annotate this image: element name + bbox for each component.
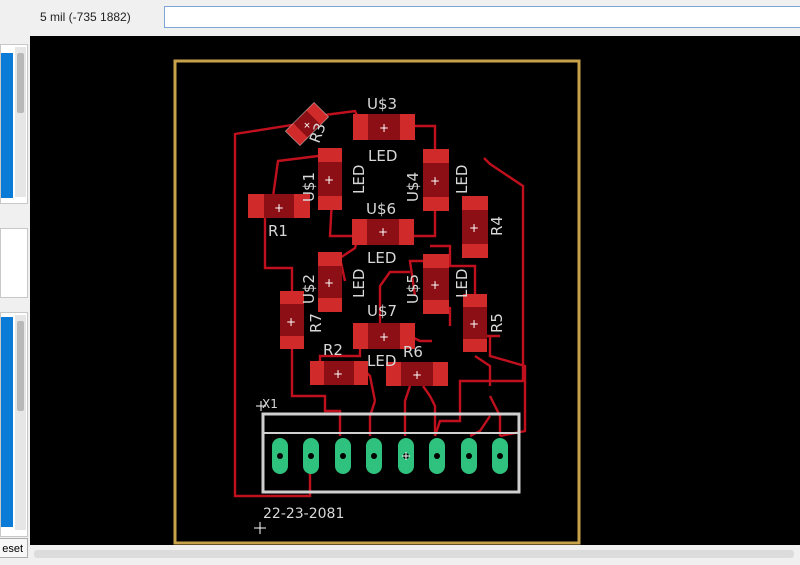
resistor-r4[interactable]: + bbox=[462, 196, 488, 258]
reset-button[interactable]: eset bbox=[0, 538, 28, 558]
grid-coordinate-readout: 5 mil (-735 1882) bbox=[40, 10, 131, 24]
layer-list-bottom[interactable] bbox=[0, 312, 28, 537]
resistor-r2[interactable]: + bbox=[310, 361, 368, 385]
label-r5: R5 bbox=[488, 313, 506, 333]
led-u5[interactable]: + bbox=[423, 254, 449, 314]
horizontal-scrollbar-area bbox=[30, 545, 800, 565]
label-r4: R4 bbox=[488, 216, 506, 236]
led-u4[interactable]: + bbox=[423, 149, 449, 211]
label-led-u7: LED bbox=[367, 352, 396, 370]
svg-text:+: + bbox=[412, 368, 422, 382]
label-u5: U$5 bbox=[404, 274, 422, 304]
selected-item-bar bbox=[1, 317, 13, 527]
svg-text:+: + bbox=[378, 225, 388, 239]
selected-item-bar bbox=[1, 53, 13, 198]
label-led-u3: LED bbox=[368, 147, 397, 165]
command-toolbar: 5 mil (-735 1882) bbox=[30, 0, 800, 37]
label-led-u6: LED bbox=[367, 249, 396, 267]
label-u2: U$2 bbox=[300, 274, 318, 304]
layer-list-middle[interactable] bbox=[0, 228, 28, 298]
label-led-u1: LED bbox=[350, 165, 368, 194]
scrollbar-thumb[interactable] bbox=[17, 321, 24, 411]
label-x1: X1 bbox=[262, 397, 278, 411]
label-u1: U$1 bbox=[300, 172, 318, 202]
layout-canvas[interactable]: + + + + + + + + + + + + + + U$3 LED U$6 … bbox=[30, 36, 800, 545]
label-led-u4: LED bbox=[453, 165, 471, 194]
layer-list-top[interactable] bbox=[0, 44, 28, 204]
svg-text:+: + bbox=[469, 221, 479, 235]
command-line-input[interactable] bbox=[164, 6, 800, 28]
svg-text:+: + bbox=[274, 201, 284, 215]
label-r2: R2 bbox=[323, 341, 343, 359]
label-r1: R1 bbox=[268, 222, 288, 240]
led-u1[interactable]: + bbox=[318, 148, 342, 210]
led-u2[interactable]: + bbox=[318, 252, 342, 312]
svg-text:+: + bbox=[324, 173, 334, 187]
svg-text:+: + bbox=[430, 278, 440, 292]
led-u3[interactable]: + bbox=[353, 114, 415, 140]
label-led-u2: LED bbox=[350, 269, 368, 298]
resistor-r5[interactable]: + bbox=[463, 294, 487, 352]
label-led-u5: LED bbox=[453, 269, 471, 298]
svg-text:+: + bbox=[379, 121, 389, 135]
svg-text:+: + bbox=[324, 276, 334, 290]
label-u4: U$4 bbox=[404, 172, 422, 202]
svg-text:+: + bbox=[469, 317, 479, 331]
connector-x1[interactable] bbox=[261, 412, 521, 494]
connector-pins bbox=[272, 438, 508, 474]
svg-text:+: + bbox=[286, 315, 296, 329]
label-u6: U$6 bbox=[366, 200, 396, 218]
led-u6[interactable]: + bbox=[352, 219, 414, 245]
svg-text:+: + bbox=[379, 330, 389, 344]
svg-text:+: + bbox=[333, 367, 343, 381]
left-panel: eset bbox=[0, 0, 31, 565]
horizontal-scrollbar[interactable] bbox=[34, 550, 794, 558]
label-u3: U$3 bbox=[367, 95, 397, 113]
label-r7: R7 bbox=[307, 313, 325, 333]
scrollbar-thumb[interactable] bbox=[17, 53, 24, 113]
pcb-drawing[interactable]: + + + + + + + + + + + + + + U$3 LED U$6 … bbox=[30, 36, 800, 545]
scrollbar[interactable] bbox=[15, 47, 26, 197]
label-r6: R6 bbox=[403, 343, 423, 361]
svg-text:+: + bbox=[430, 174, 440, 188]
scrollbar[interactable] bbox=[15, 315, 26, 530]
label-x1-value: 22-23-2081 bbox=[263, 506, 344, 522]
label-u7: U$7 bbox=[367, 302, 397, 320]
